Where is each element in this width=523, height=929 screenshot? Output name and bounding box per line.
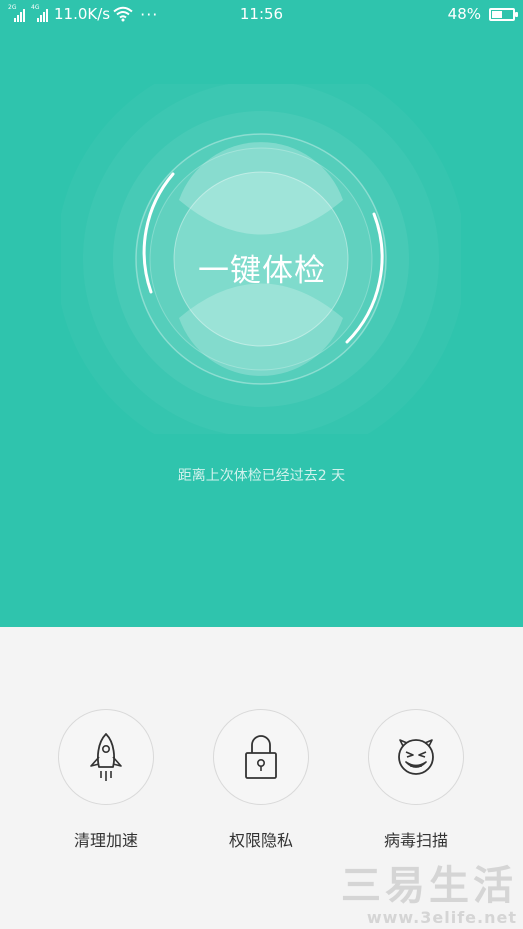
- tool-icon-circle: [368, 709, 464, 805]
- tool-icon-circle: [58, 709, 154, 805]
- watermark: 三易生活 www.3elife.net: [341, 864, 517, 927]
- status-bar: 2G 4G 11.0K/s ··· 11:56 48%: [0, 0, 523, 28]
- lock-icon: [245, 735, 277, 779]
- last-check-text: 距离上次体检已经过去2 天: [177, 468, 346, 484]
- battery-icon: [489, 7, 518, 21]
- virus-face-icon: [398, 739, 434, 775]
- clean-speed-tool[interactable]: 清理加速: [46, 709, 166, 851]
- battery-percentage: 48%: [447, 5, 481, 23]
- tool-label: 清理加速: [73, 831, 138, 850]
- one-key-check-button[interactable]: 一键体检: [175, 180, 349, 354]
- permission-privacy-tool[interactable]: 权限隐私: [201, 709, 321, 851]
- tool-label: 病毒扫描: [383, 831, 448, 850]
- tool-label: 权限隐私: [228, 831, 293, 850]
- virus-scan-tool[interactable]: 病毒扫描: [356, 709, 476, 851]
- rocket-icon: [90, 733, 122, 781]
- tool-icon-circle: [213, 709, 309, 805]
- watermark-url: www.3elife.net: [366, 908, 517, 927]
- status-right: 48%: [447, 4, 518, 24]
- watermark-brand: 三易生活: [341, 863, 517, 909]
- header-panel: 2G 4G 11.0K/s ··· 11:56 48% 一键体检 距离上次体检已…: [0, 0, 523, 627]
- clock: 11:56: [239, 5, 284, 23]
- tools-panel: 清理加速 权限隐私 病毒扫描 三易生活 www.3elife.net: [0, 627, 523, 929]
